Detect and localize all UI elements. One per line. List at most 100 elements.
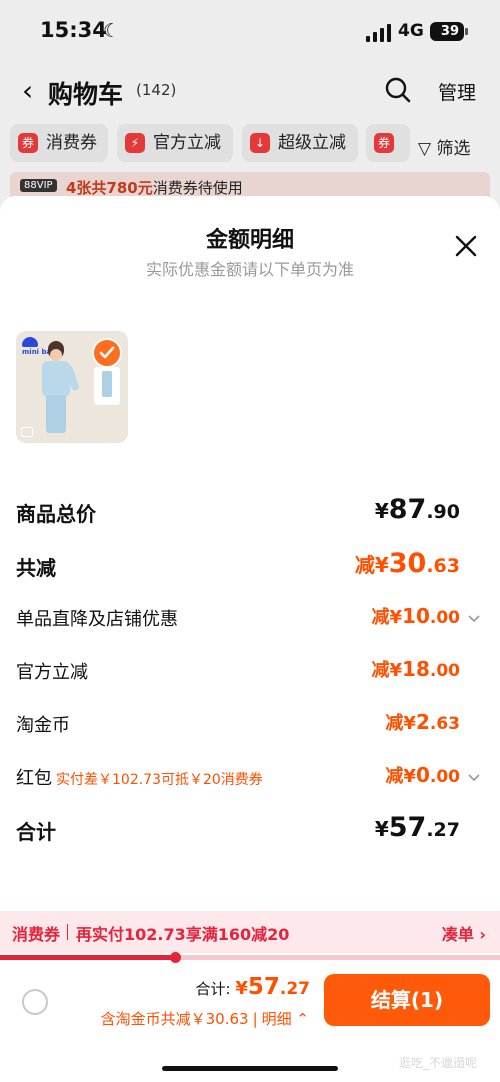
- footer-discount-text: 含淘金币共减￥30.63: [100, 1010, 249, 1028]
- value-prefix: ¥: [235, 978, 248, 999]
- value-dec: .90: [426, 501, 460, 523]
- home-indicator: [162, 1066, 338, 1071]
- product-image-inset: [94, 367, 120, 405]
- filter-chips: 券 消费券 ⚡ 官方立减 ↓ 超级立减 券 ▽ 筛选: [0, 124, 500, 164]
- signal-icon: [366, 24, 392, 42]
- nav-bar: ‹ 购物车 (142) 管理: [0, 66, 500, 116]
- row-label: 商品总价: [16, 502, 96, 526]
- value-int: 57: [247, 974, 280, 1000]
- coupon-strip[interactable]: 消费券 再实付102.73享满160减20 凑单 ›: [0, 911, 500, 953]
- back-chevron-icon[interactable]: ‹: [22, 74, 33, 107]
- moon-icon: ☾: [103, 20, 121, 42]
- filter-button[interactable]: ▽ 筛选: [418, 134, 470, 159]
- filter-label: 筛选: [436, 139, 471, 159]
- row-label: 共减: [16, 556, 56, 580]
- row-label: 单品直降及店铺优惠: [16, 609, 178, 630]
- value-int: 57: [388, 812, 427, 843]
- footer-total-value: ¥57.27: [235, 974, 310, 1000]
- footer-total: 合计: ¥57.27: [196, 974, 311, 1000]
- sheet-title: 金额明细: [205, 228, 294, 253]
- lightning-icon: ⚡: [125, 133, 145, 153]
- value-prefix: 减¥: [371, 660, 403, 681]
- coupon-progress-fill: [0, 955, 175, 960]
- vip-badge: 88VIP: [20, 179, 57, 192]
- row-label: 淘金币: [16, 715, 70, 736]
- value-dec: .27: [426, 819, 460, 841]
- row-value: 减¥2.63: [385, 709, 460, 735]
- down-arrow-icon: ↓: [250, 133, 270, 153]
- vip-coupon-text: 4张共780元消费券待使用: [66, 177, 243, 198]
- value-prefix: ¥: [374, 817, 389, 841]
- row-label: 红包 实付差￥102.73可抵￥20消费券: [16, 764, 263, 790]
- footer-discount: 含淘金币共减￥30.63 | 明细 ⌃: [101, 1008, 309, 1029]
- page-title: 购物车: [48, 80, 124, 109]
- value-int: 10: [402, 604, 430, 628]
- product-image-face: [50, 349, 62, 361]
- row-value: ¥87.90: [375, 494, 460, 525]
- value-int: 0: [415, 763, 430, 787]
- vip-coupon-desc: 消费券待使用: [152, 179, 243, 197]
- value-int: 2: [415, 710, 430, 734]
- value-int: 30: [388, 548, 427, 579]
- cart-page-background: 15:34 ☾ 4G 39 ‹ 购物车 (142) 管理 券 消费券 ⚡ 官方立…: [0, 0, 500, 220]
- chip-super-discount[interactable]: ↓ 超级立减: [242, 124, 358, 162]
- close-icon[interactable]: [454, 234, 478, 258]
- value-dec: .27: [279, 979, 310, 999]
- network-type: 4G: [398, 21, 424, 41]
- row-value: 减¥18.00: [372, 656, 461, 682]
- value-dec: .00: [429, 661, 460, 681]
- value-dec: .63: [429, 714, 460, 734]
- product-thumbnail[interactable]: mini balo: [16, 331, 128, 443]
- chip-official-discount[interactable]: ⚡ 官方立减: [117, 124, 233, 162]
- chevron-up-icon: ⌃: [296, 1010, 309, 1028]
- row-item-shop-discount[interactable]: 单品直降及店铺优惠 减¥10.00: [0, 601, 500, 637]
- row-grand-total: 合计 ¥57.27: [0, 812, 500, 848]
- chip-coupon[interactable]: 券 消费券: [10, 124, 108, 162]
- row-official-discount: 官方立减 减¥18.00: [0, 654, 500, 690]
- coupon-progress-dot: [170, 952, 181, 963]
- value-int: 18: [402, 657, 430, 681]
- amount-detail-sheet: 金额明细 实际优惠金额请以下单页为准 mini balo 商品总价 ¥87.90…: [0, 196, 500, 1082]
- cart-count: (142): [136, 81, 177, 99]
- detail-label: 明细: [261, 1010, 292, 1028]
- value-prefix: 减¥: [371, 607, 403, 628]
- chevron-down-icon[interactable]: [468, 771, 480, 783]
- row-red-packet[interactable]: 红包 实付差￥102.73可抵￥20消费券 减¥0.00: [0, 760, 500, 796]
- divider: |: [252, 1010, 258, 1028]
- chip-more[interactable]: 券: [366, 124, 410, 162]
- battery-icon: 39: [430, 22, 468, 41]
- row-value: 减¥0.00: [385, 762, 460, 788]
- select-all-checkbox[interactable]: [22, 989, 48, 1015]
- watermark: 逛吃_不邋遢呢: [399, 1056, 478, 1070]
- status-bar: 15:34 ☾ 4G 39: [0, 0, 500, 66]
- row-taojinbi: 淘金币 减¥2.63: [0, 707, 500, 743]
- value-prefix: 减¥: [385, 766, 416, 787]
- add-items-link[interactable]: 凑单 ›: [442, 921, 486, 945]
- selected-check-icon[interactable]: [92, 338, 122, 368]
- coupon-text: 再实付102.73享满160减20: [76, 925, 290, 944]
- value-int: 87: [388, 494, 427, 525]
- product-tag-icon: [21, 427, 33, 437]
- vip-coupon-highlight: 4张共780元: [66, 179, 153, 197]
- value-dec: .63: [426, 555, 460, 577]
- row-value: 减¥10.00: [372, 603, 461, 629]
- value-dec: .00: [429, 608, 460, 628]
- chevron-down-icon[interactable]: [468, 612, 480, 624]
- row-value: ¥57.27: [375, 812, 460, 843]
- checkout-button[interactable]: 结算(1): [324, 974, 490, 1026]
- row-goods-total: 商品总价 ¥87.90: [0, 494, 500, 530]
- search-icon[interactable]: [384, 76, 412, 104]
- detail-toggle-button[interactable]: 明细 ⌃: [262, 1010, 309, 1028]
- chip-label: 消费券: [46, 133, 97, 153]
- row-label: 官方立减: [16, 662, 88, 683]
- coupon-icon: 券: [18, 133, 38, 153]
- footer-total-label: 合计:: [195, 980, 236, 998]
- value-prefix: 减¥: [385, 713, 416, 734]
- value-dec: .00: [429, 767, 460, 787]
- chip-label: 超级立减: [278, 133, 346, 153]
- manage-button[interactable]: 管理: [438, 78, 476, 105]
- red-packet-hint: 实付差￥102.73可抵￥20消费券: [56, 772, 263, 788]
- filter-icon: ▽: [418, 139, 432, 159]
- row-label-text: 红包: [16, 768, 52, 789]
- sheet-subtitle: 实际优惠金额请以下单页为准: [145, 260, 354, 279]
